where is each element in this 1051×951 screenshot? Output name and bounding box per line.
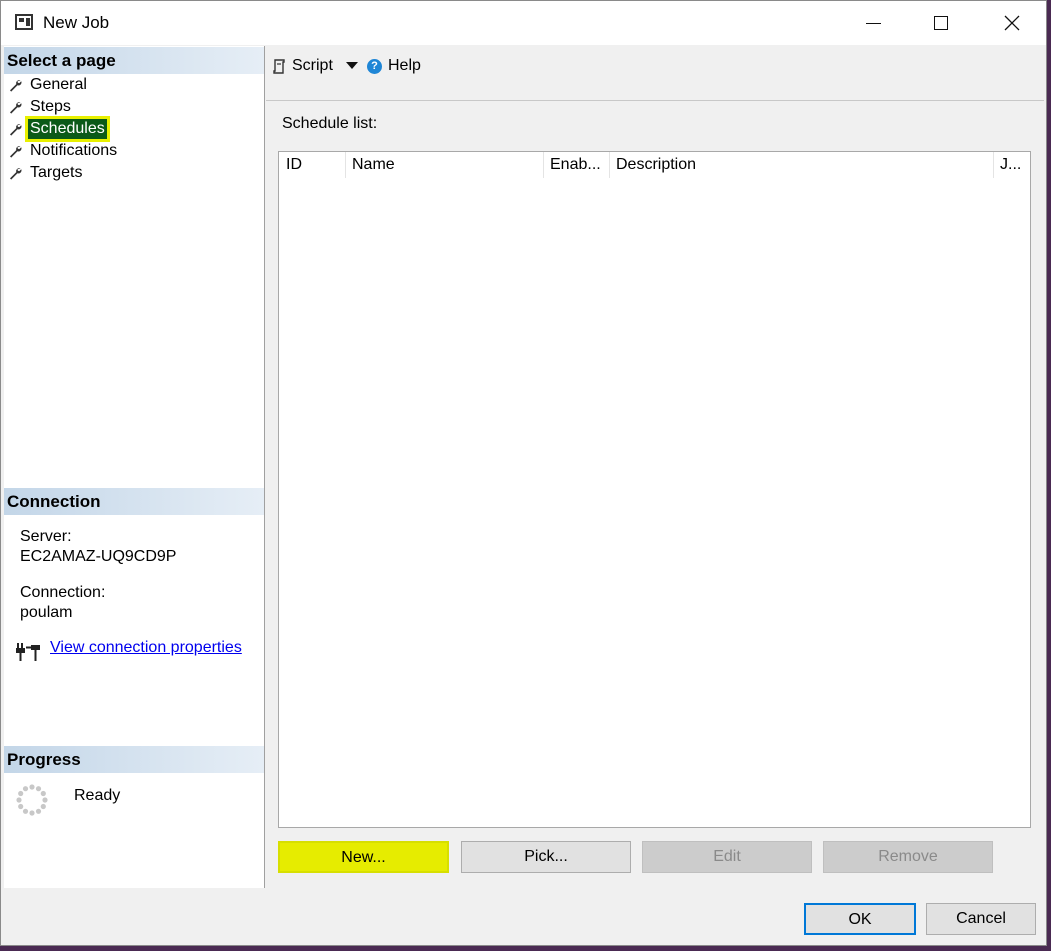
maximize-icon [934,16,948,30]
script-icon [273,58,285,74]
server-value: EC2AMAZ-UQ9CD9P [20,548,177,565]
help-icon: ? [367,58,382,74]
cancel-button[interactable]: Cancel [926,903,1036,935]
window-app-icon [15,14,33,30]
ok-button[interactable]: OK [804,903,916,935]
page-item-label: Schedules [25,116,110,142]
close-icon [1004,15,1020,31]
script-dropdown-arrow-icon[interactable] [345,59,359,71]
close-button[interactable] [989,1,1035,45]
connection-heading: Connection [4,488,264,515]
new-schedule-button[interactable]: New... [278,841,449,873]
edit-schedule-button[interactable]: Edit [642,841,812,873]
column-header-jobs[interactable]: J... [994,152,1030,178]
column-header-enabled[interactable]: Enab... [544,152,610,178]
remove-schedule-button[interactable]: Remove [823,841,993,873]
maximize-button[interactable] [918,1,964,45]
title-bar: New Job [1,1,1046,45]
page-item-steps[interactable]: Steps [8,96,73,118]
progress-status: Ready [74,787,121,804]
column-header-name[interactable]: Name [346,152,544,178]
page-item-notifications[interactable]: Notifications [8,140,119,162]
left-pane: Select a page General Steps Schedules No… [4,46,265,888]
connection-value: poulam [20,604,73,621]
new-job-dialog: New Job Select a page General Steps Sche… [0,0,1047,946]
minimize-icon [865,22,881,24]
page-item-label: General [30,76,87,93]
minimize-button[interactable] [850,1,896,45]
script-label: Script [292,57,333,74]
column-header-description[interactable]: Description [610,152,994,178]
wrench-icon [10,102,22,114]
schedule-list[interactable]: ID Name Enab... Description J... [278,151,1031,828]
help-button[interactable]: ? Help [367,55,421,77]
server-label: Server: [20,528,72,545]
schedule-list-label: Schedule list: [282,115,378,132]
page-item-schedules[interactable]: Schedules [8,116,110,142]
select-page-heading: Select a page [4,47,264,74]
pick-schedule-button[interactable]: Pick... [461,841,631,873]
progress-spinner-icon [16,784,48,816]
window-title: New Job [43,13,110,32]
page-item-general[interactable]: General [8,74,89,96]
plug-icon [16,643,40,661]
page-item-label: Targets [30,164,83,181]
column-header-id[interactable]: ID [280,152,346,178]
connection-label: Connection: [20,584,106,601]
wrench-icon [10,124,22,136]
help-label: Help [388,57,421,74]
wrench-icon [10,146,22,158]
page-item-label: Notifications [30,142,118,159]
page-item-targets[interactable]: Targets [8,162,84,184]
view-connection-properties-link[interactable]: View connection properties [50,639,242,657]
wrench-icon [10,80,22,92]
script-button[interactable]: Script [272,55,333,77]
progress-heading: Progress [4,746,264,773]
wrench-icon [10,168,22,180]
page-item-label: Steps [30,98,71,115]
